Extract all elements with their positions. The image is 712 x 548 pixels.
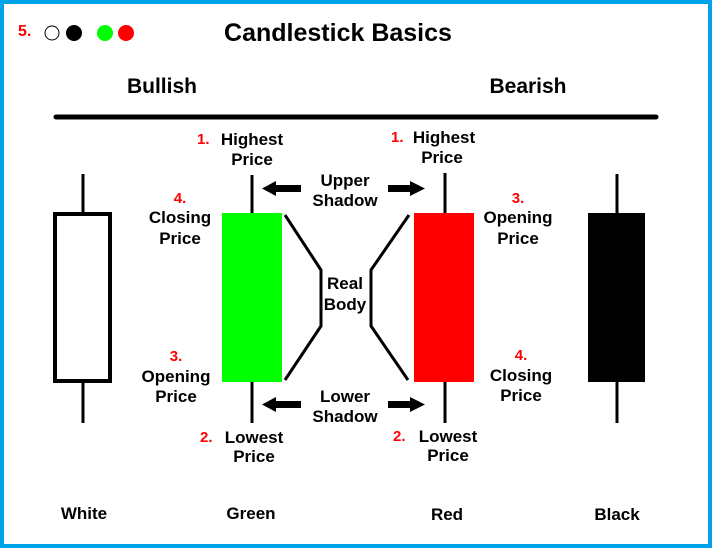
- label-line: Opening: [483, 208, 553, 227]
- label-line: Closing: [148, 208, 212, 227]
- label-line: Real: [327, 274, 363, 293]
- section-heading-bullish: Bullish: [126, 75, 197, 98]
- label-number: 3.: [511, 190, 525, 207]
- legend-dot-green: [97, 25, 113, 41]
- label-line: Shadow: [312, 191, 378, 210]
- label-number: 4.: [173, 190, 187, 207]
- label-line: Price: [231, 150, 273, 169]
- label-line: Opening: [141, 367, 211, 386]
- page-title: Candlestick Basics: [224, 19, 452, 47]
- legend-number: 5.: [18, 23, 32, 40]
- lower-shadow-arrow-left-icon: [262, 397, 301, 412]
- candle-name-black: Black: [594, 505, 640, 524]
- label-line: Price: [427, 446, 469, 465]
- label-line: Lowest: [224, 428, 284, 447]
- label-line: Price: [155, 387, 197, 406]
- upper-shadow-arrow-left-icon: [262, 181, 301, 196]
- real-body-bracket-right: [369, 214, 411, 381]
- label-number: 1.: [391, 129, 404, 146]
- label-line: Body: [323, 295, 367, 314]
- label-line: Price: [233, 447, 275, 466]
- label-number: 3.: [169, 348, 183, 365]
- label-line: Closing: [489, 366, 553, 385]
- label-number: 2.: [393, 428, 406, 445]
- section-heading-bearish: Bearish: [489, 75, 567, 98]
- legend-dot-red: [118, 25, 134, 41]
- candle-name-white: White: [60, 504, 108, 523]
- label-line: Highest: [412, 128, 476, 147]
- label-line: Highest: [220, 130, 284, 149]
- label-line: Price: [159, 229, 201, 248]
- legend-dot-black: [66, 25, 82, 41]
- label-line: Upper: [320, 171, 370, 190]
- candle-name-red: Red: [430, 505, 464, 524]
- label-number: 2.: [200, 429, 213, 446]
- label-line: Lowest: [418, 427, 478, 446]
- upper-shadow-arrow-right-icon: [388, 181, 425, 196]
- white-candle-body: [53, 212, 112, 383]
- label-number: 1.: [197, 131, 210, 148]
- label-line: Lower: [319, 387, 371, 406]
- candle-name-green: Green: [226, 504, 276, 523]
- label-line: Price: [500, 386, 542, 405]
- lower-shadow-arrow-right-icon: [388, 397, 425, 412]
- label-line: Shadow: [312, 407, 378, 426]
- candlestick-diagram: 5. Candlestick Basics Bullish Bearish 1.…: [0, 0, 712, 548]
- label-line: Price: [497, 229, 539, 248]
- label-number: 4.: [514, 347, 528, 364]
- black-candle-body: [588, 213, 645, 382]
- legend-dot-white: [44, 25, 60, 41]
- green-candle-body: [222, 213, 282, 382]
- red-candle-body: [414, 213, 474, 382]
- label-line: Price: [421, 148, 463, 167]
